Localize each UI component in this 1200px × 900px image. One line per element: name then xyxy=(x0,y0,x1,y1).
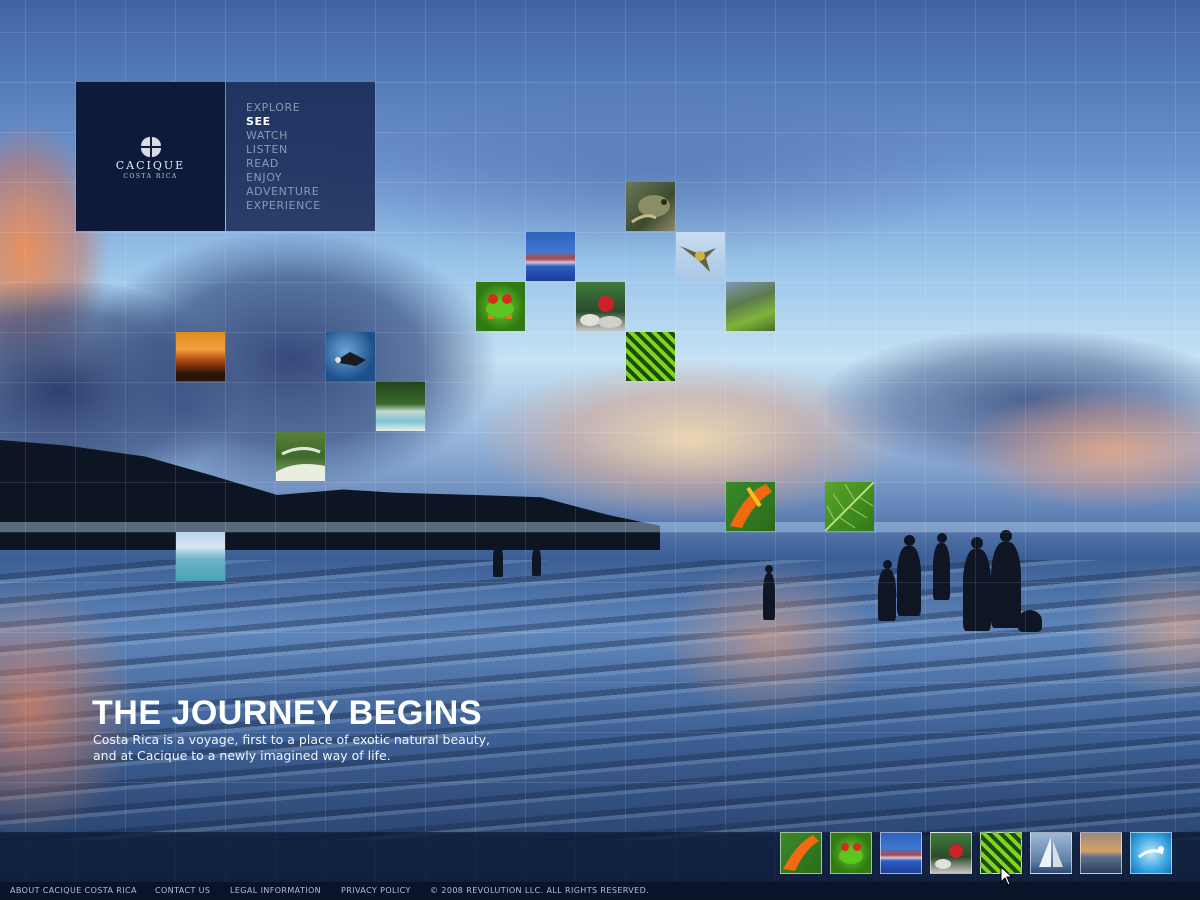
nav-watch[interactable]: WATCH xyxy=(246,129,321,143)
hero-text: Costa Rica is a voyage, first to a place… xyxy=(93,732,491,763)
nav-listen[interactable]: LISTEN xyxy=(246,143,321,157)
footer-legal-link[interactable]: LEGAL INFORMATION xyxy=(230,886,321,895)
flower-stones-thumb-icon[interactable] xyxy=(930,832,972,874)
bird-photo-icon[interactable] xyxy=(676,232,725,281)
nav-adventure[interactable]: ADVENTURE xyxy=(246,185,321,199)
heliconia-flower-photo-icon[interactable] xyxy=(726,482,775,531)
brand-name: CACIQUE xyxy=(115,159,186,172)
hero-title: THE JOURNEY BEGINS xyxy=(92,694,483,732)
brand-subtitle: COSTA RICA xyxy=(123,173,178,180)
thumbnail-strip xyxy=(0,832,1200,882)
footer-contact-link[interactable]: CONTACT US xyxy=(155,886,210,895)
footer-privacy-link[interactable]: PRIVACY POLICY xyxy=(341,886,411,895)
nav-read[interactable]: READ xyxy=(246,157,321,171)
golf-course-photo-icon[interactable] xyxy=(276,432,325,481)
nav-see[interactable]: SEE xyxy=(246,115,321,129)
sea-horizon-photo-icon[interactable] xyxy=(176,532,225,581)
footer-copyright: © 2008 REVOLUTION LLC. ALL RIGHTS RESERV… xyxy=(430,886,650,895)
main-navigation: EXPLORE SEE WATCH LISTEN READ ENJOY ADVE… xyxy=(226,82,375,231)
swimmer-thumb-icon[interactable] xyxy=(1130,832,1172,874)
sailboat-thumb-icon[interactable] xyxy=(1030,832,1072,874)
fern-photo-icon[interactable] xyxy=(626,332,675,381)
nav-experience[interactable]: EXPERIENCE xyxy=(246,199,321,213)
logo-panel[interactable]: CACIQUE COSTA RICA xyxy=(76,82,225,231)
iguana-photo-icon[interactable] xyxy=(626,182,675,231)
flower-stones-photo-icon[interactable] xyxy=(576,282,625,331)
nav-enjoy[interactable]: ENJOY xyxy=(246,171,321,185)
diver-photo-icon[interactable] xyxy=(326,332,375,381)
nav-explore[interactable]: EXPLORE xyxy=(246,101,321,115)
leaf-photo-icon[interactable] xyxy=(825,482,874,531)
mouse-cursor-icon xyxy=(1000,866,1014,886)
cacique-logo-icon xyxy=(141,137,161,157)
sunset-photo-icon[interactable] xyxy=(176,332,225,381)
beach-cove-photo-icon[interactable] xyxy=(376,382,425,431)
sea-sunset-thumb-icon[interactable] xyxy=(1080,832,1122,874)
tree-frog-thumb-icon[interactable] xyxy=(830,832,872,874)
tree-frog-photo-icon[interactable] xyxy=(476,282,525,331)
pool-photo-icon[interactable] xyxy=(526,232,575,281)
heliconia-thumb-icon[interactable] xyxy=(780,832,822,874)
footer-bar: ABOUT CACIQUE COSTA RICA CONTACT US LEGA… xyxy=(0,882,1200,900)
pool-thumb-icon[interactable] xyxy=(880,832,922,874)
footer-about-link[interactable]: ABOUT CACIQUE COSTA RICA xyxy=(10,886,137,895)
coast-photo-icon[interactable] xyxy=(726,282,775,331)
